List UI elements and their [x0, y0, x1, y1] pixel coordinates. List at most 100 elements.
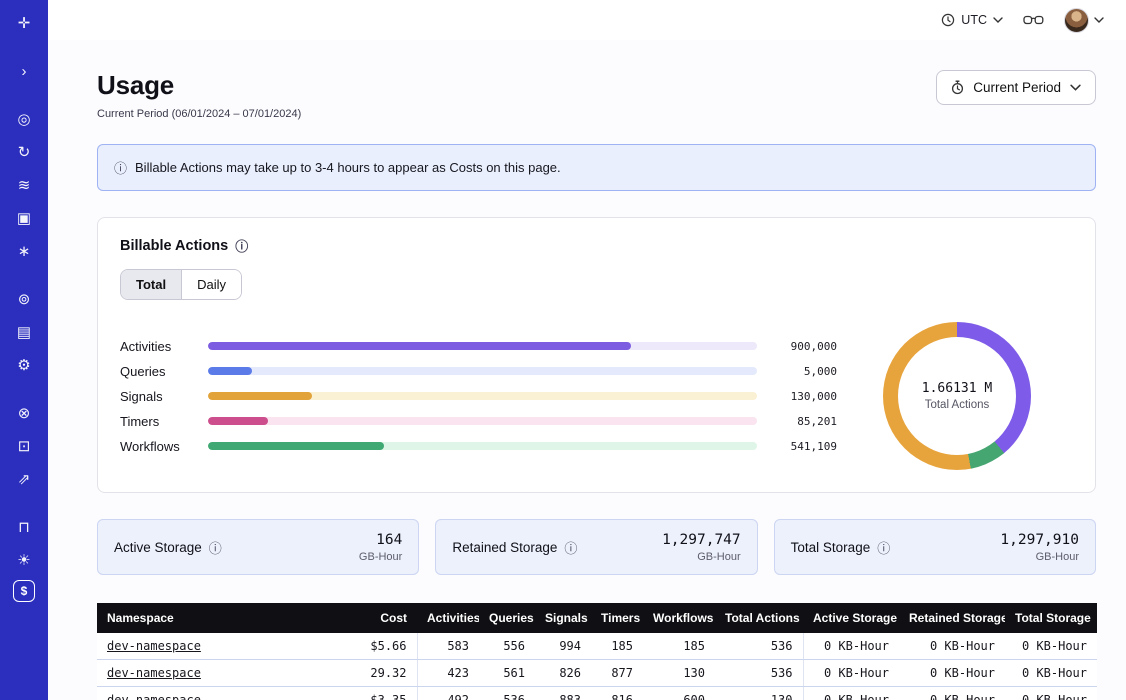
- bar-row-activities: Activities 900,000: [120, 334, 837, 359]
- getting-started-icon[interactable]: ⇗: [9, 466, 39, 492]
- cell-workflows: 185: [643, 633, 715, 660]
- glasses-icon[interactable]: [1023, 14, 1044, 27]
- cell-timers: 877: [591, 660, 643, 687]
- col-cost: Cost: [345, 603, 417, 633]
- bar-fill: [208, 417, 268, 425]
- page-title: Usage: [97, 70, 301, 101]
- bar-row-workflows: Workflows 541,109: [120, 434, 837, 459]
- namespace-link[interactable]: dev-namespace: [107, 666, 201, 680]
- tab-total[interactable]: Total: [121, 270, 181, 299]
- retained-storage-value: 1,297,747: [662, 532, 741, 548]
- deployments-icon[interactable]: ▣: [9, 205, 39, 231]
- bar-track: [208, 342, 757, 350]
- bar-label: Activities: [120, 339, 194, 354]
- retained-storage-unit: GB-Hour: [662, 551, 741, 563]
- main-area: UTC Usage Current Period (06/01/2024 – 0…: [48, 0, 1126, 700]
- total-storage-label: Total Storage: [791, 540, 871, 555]
- cell-activities: 423: [417, 660, 479, 687]
- nexus-icon[interactable]: ∗: [9, 238, 39, 264]
- period-selector-button[interactable]: Current Period: [936, 70, 1096, 105]
- info-icon[interactable]: ⓘ: [564, 538, 577, 557]
- total-storage-value: 1,297,910: [1000, 532, 1079, 548]
- cell-active-storage: 0 KB-Hour: [803, 633, 899, 660]
- bar-row-signals: Signals 130,000: [120, 384, 837, 409]
- billable-actions-title: Billable Actions: [120, 238, 228, 254]
- bar-fill: [208, 367, 252, 375]
- support-icon[interactable]: ⊗: [9, 400, 39, 426]
- info-icon[interactable]: ⓘ: [877, 538, 890, 557]
- cell-timers: 185: [591, 633, 643, 660]
- bar-track: [208, 392, 757, 400]
- col-queries: Queries: [479, 603, 535, 633]
- cell-total-storage: 0 KB-Hour: [1005, 660, 1097, 687]
- namespace-link[interactable]: dev-namespace: [107, 693, 201, 700]
- labs-icon[interactable]: ⊓: [9, 514, 39, 540]
- cell-total-actions: 536: [715, 633, 803, 660]
- active-storage-label: Active Storage: [114, 540, 202, 555]
- cell-timers: 816: [591, 687, 643, 700]
- cell-queries: 561: [479, 660, 535, 687]
- cell-total-storage: 0 KB-Hour: [1005, 687, 1097, 700]
- donut-center: 1.66131 M Total Actions: [898, 337, 1016, 455]
- bar-value: 85,201: [771, 415, 837, 428]
- bar-track: [208, 367, 757, 375]
- temporal-logo-icon[interactable]: ✛: [9, 10, 39, 36]
- sidebar: ✛ › ◎ ↻ ≋ ▣ ∗ ⊚ ▤ ⚙ ⊗ ⊡ ⇗ ⊓ ☀ $: [0, 0, 48, 700]
- bar-value: 5,000: [771, 365, 837, 378]
- info-icon[interactable]: ⓘ: [209, 538, 222, 557]
- user-menu[interactable]: [1064, 8, 1104, 33]
- col-timers: Timers: [591, 603, 643, 633]
- namespace-usage-table: Namespace Cost Activities Queries Signal…: [97, 603, 1097, 700]
- bar-fill: [208, 442, 384, 450]
- col-total-actions: Total Actions: [715, 603, 803, 633]
- topbar: UTC: [48, 0, 1126, 40]
- cell-signals: 883: [535, 687, 591, 700]
- bar-row-timers: Timers 85,201: [120, 409, 837, 434]
- bar-value: 900,000: [771, 340, 837, 353]
- col-namespace: Namespace: [97, 603, 345, 633]
- table-header-row: Namespace Cost Activities Queries Signal…: [97, 603, 1097, 633]
- timezone-dropdown[interactable]: UTC: [941, 13, 1003, 27]
- table-row: dev-namespace $3.35 492 536 883 816 600 …: [97, 687, 1097, 700]
- total-storage-card: Total Storage ⓘ 1,297,910 GB-Hour: [774, 519, 1096, 575]
- theme-icon[interactable]: ☀: [9, 547, 39, 573]
- namespaces-icon[interactable]: ◎: [9, 106, 39, 132]
- info-icon[interactable]: ⓘ: [114, 158, 127, 177]
- settings-icon[interactable]: ⚙: [9, 352, 39, 378]
- active-storage-unit: GB-Hour: [359, 551, 402, 563]
- cell-queries: 556: [479, 633, 535, 660]
- usage-icon[interactable]: ⊚: [9, 286, 39, 312]
- namespace-link[interactable]: dev-namespace: [107, 639, 201, 653]
- chevron-down-icon: [993, 17, 1003, 23]
- clock-icon: [941, 13, 955, 27]
- info-icon[interactable]: ⓘ: [235, 236, 248, 255]
- chevron-down-icon: [1070, 84, 1081, 91]
- docs-icon[interactable]: ⊡: [9, 433, 39, 459]
- bar-track: [208, 442, 757, 450]
- bar-label: Queries: [120, 364, 194, 379]
- pricing-icon[interactable]: $: [13, 580, 35, 602]
- bar-label: Workflows: [120, 439, 194, 454]
- cell-workflows: 600: [643, 687, 715, 700]
- cell-queries: 536: [479, 687, 535, 700]
- bar-fill: [208, 342, 631, 350]
- schedules-icon[interactable]: ↻: [9, 139, 39, 165]
- bar-label: Timers: [120, 414, 194, 429]
- cell-cost: $5.66: [345, 633, 417, 660]
- billing-delay-banner: ⓘ Billable Actions may take up to 3-4 ho…: [97, 144, 1096, 191]
- cell-retained-storage: 0 KB-Hour: [899, 687, 1005, 700]
- col-signals: Signals: [535, 603, 591, 633]
- layers-icon[interactable]: ≋: [9, 172, 39, 198]
- active-storage-value: 164: [359, 532, 402, 548]
- tab-daily[interactable]: Daily: [181, 270, 241, 299]
- page-subtitle: Current Period (06/01/2024 – 07/01/2024): [97, 108, 301, 120]
- cell-signals: 826: [535, 660, 591, 687]
- col-activities: Activities: [417, 603, 479, 633]
- table-row: dev-namespace $5.66 583 556 994 185 185 …: [97, 633, 1097, 660]
- billing-icon[interactable]: ▤: [9, 319, 39, 345]
- cell-cost: $3.35: [345, 687, 417, 700]
- collapse-chevron-icon[interactable]: ›: [9, 58, 39, 84]
- page-header: Usage Current Period (06/01/2024 – 07/01…: [97, 70, 1096, 120]
- cell-retained-storage: 0 KB-Hour: [899, 660, 1005, 687]
- total-actions-donut: 1.66131 M Total Actions: [883, 322, 1031, 470]
